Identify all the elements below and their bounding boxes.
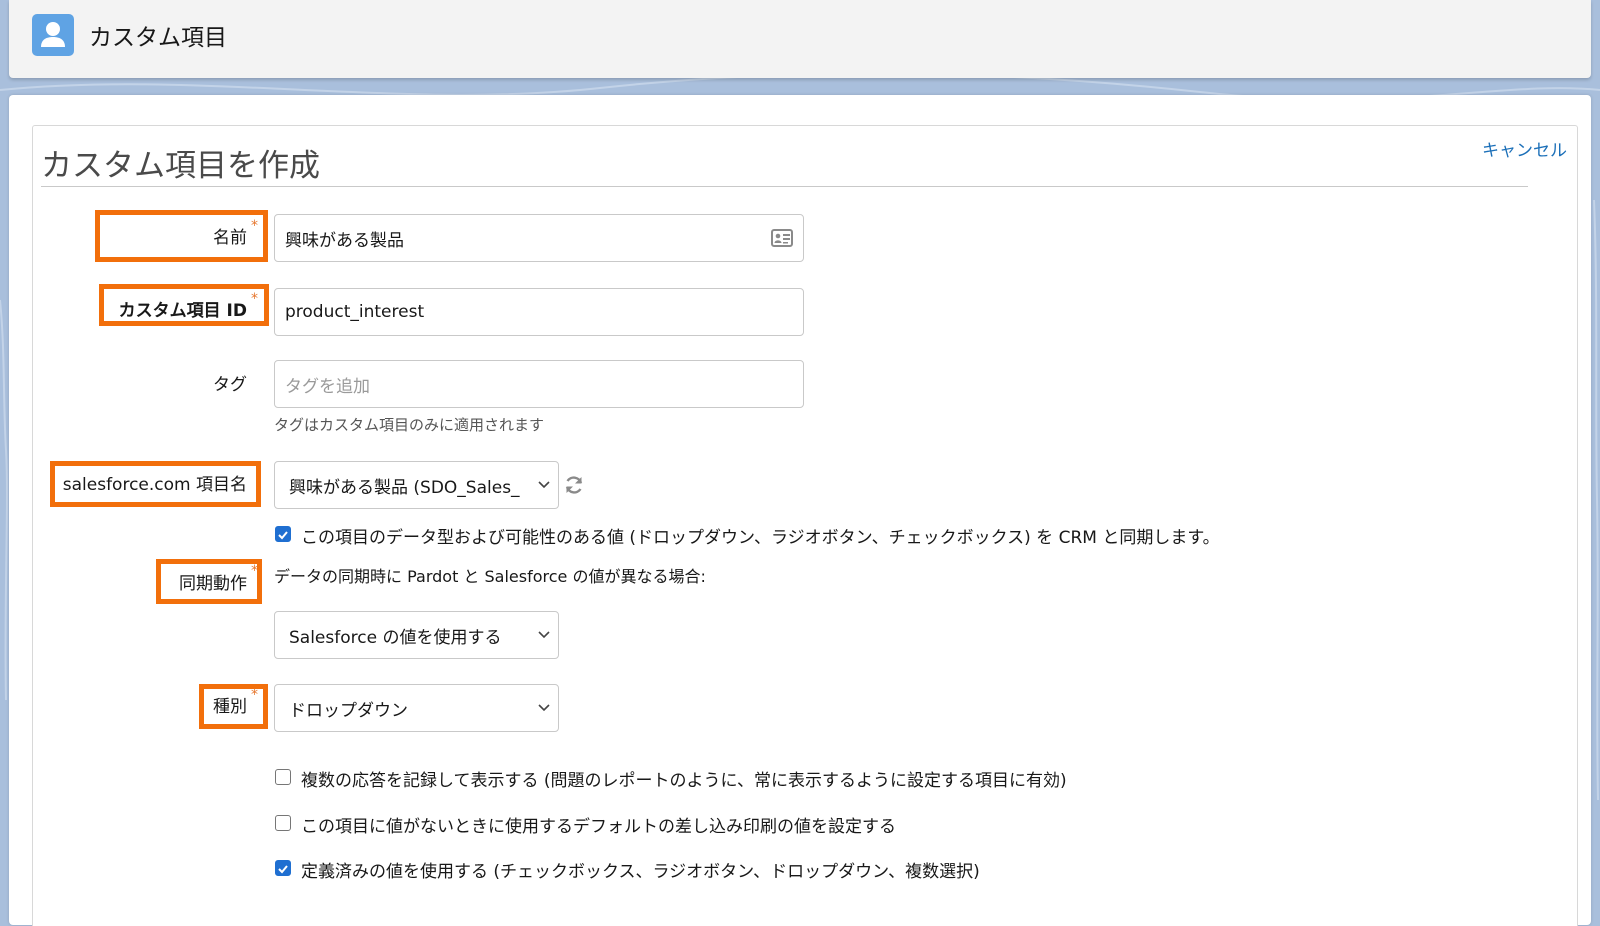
custom-field-id-input[interactable]: product_interest [274,288,804,336]
name-label: 名前 [213,228,247,248]
chevron-down-icon [538,704,550,712]
custom-field-id-label: カスタム項目 ID [118,301,247,321]
name-input-value: 興味がある製品 [285,230,404,251]
custom-field-id-required-mark: * [251,291,258,307]
predefined-values-checkbox[interactable] [275,860,291,876]
type-selected: ドロップダウン [289,700,408,721]
salesforce-field-select[interactable]: 興味がある製品 (SDO_Sales_ [274,461,559,509]
default-merge-value-checkbox[interactable] [275,815,291,831]
type-required-mark: * [251,687,258,703]
title-divider [41,186,1528,187]
contact-card-icon[interactable] [771,229,793,252]
main-content: カスタム項目を作成 キャンセル 名前 * 興味がある製品 カスタム項目 ID *… [9,95,1591,926]
user-icon [32,14,74,56]
cancel-link[interactable]: キャンセル [1482,136,1567,161]
salesforce-field-label: salesforce.com 項目名 [62,475,247,495]
page-title: カスタム項目を作成 [41,148,320,184]
sync-behavior-select[interactable]: Salesforce の値を使用する [274,611,559,659]
type-label: 種別 [213,697,247,717]
sync-behavior-label: 同期動作 [179,574,247,594]
sync-behavior-selected: Salesforce の値を使用する [289,627,502,648]
tags-placeholder: タグを追加 [285,376,370,397]
sync-crm-checkbox[interactable] [275,526,291,542]
tags-input[interactable]: タグを追加 [274,360,804,408]
predefined-values-label: 定義済みの値を使用する (チェックボックス、ラジオボタン、ドロップダウン、複数選… [301,862,980,882]
header-title: カスタム項目 [89,25,227,51]
create-field-panel: カスタム項目を作成 キャンセル 名前 * 興味がある製品 カスタム項目 ID *… [32,125,1578,926]
tags-help-text: タグはカスタム項目のみに適用されます [274,416,545,434]
chevron-down-icon [538,631,550,639]
refresh-icon[interactable] [563,474,585,500]
multiple-responses-checkbox[interactable] [275,769,291,785]
name-input[interactable]: 興味がある製品 [274,214,804,262]
sync-behavior-description: データの同期時に Pardot と Salesforce の値が異なる場合: [274,567,706,586]
tags-label: タグ [213,375,247,395]
sync-behavior-required-mark: * [251,563,258,579]
multiple-responses-label: 複数の応答を記録して表示する (問題のレポートのように、常に表示するように設定す… [301,771,1067,791]
page-header: カスタム項目 [9,0,1591,78]
sync-crm-label: この項目のデータ型および可能性のある値 (ドロップダウン、ラジオボタン、チェック… [301,528,1220,548]
salesforce-field-selected: 興味がある製品 (SDO_Sales_ [289,477,520,498]
type-select[interactable]: ドロップダウン [274,684,559,732]
default-merge-value-label: この項目に値がないときに使用するデフォルトの差し込み印刷の値を設定する [301,817,896,837]
chevron-down-icon [538,481,550,489]
name-required-mark: * [251,218,258,234]
